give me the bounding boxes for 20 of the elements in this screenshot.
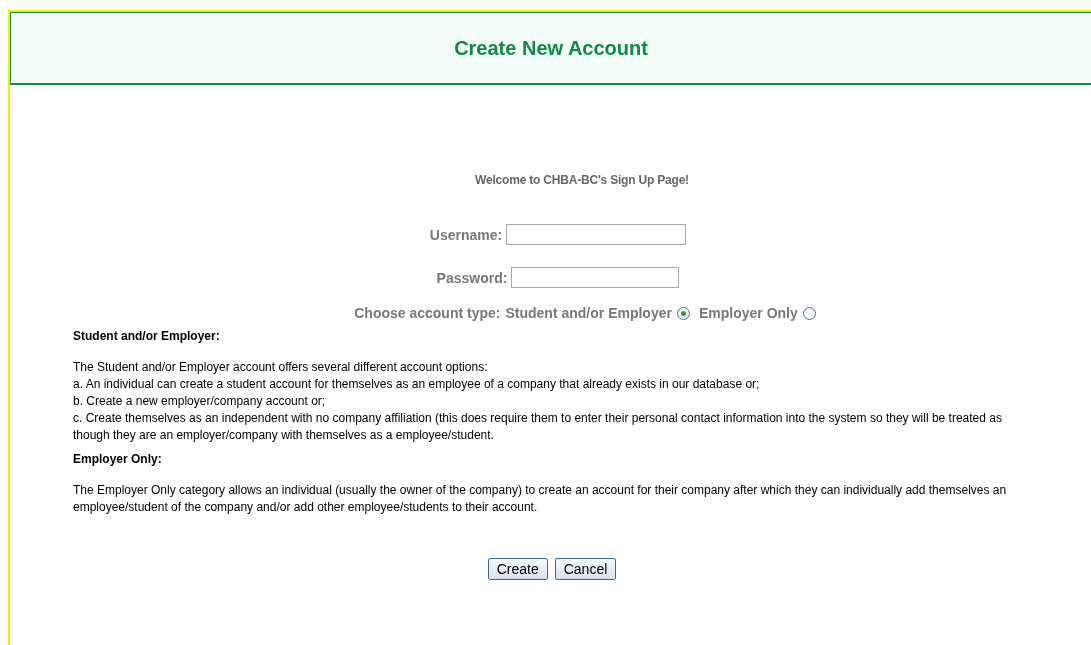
- description-text: c. Create themselves as an independent with no company affiliation (this does require them to enter their personal contact information into the system so they will be treated as though they are an employer/company with themselves as a employee/student.: [73, 410, 1003, 444]
- page-title: Create New Account: [454, 36, 648, 60]
- description-text: The Student and/or Employer account offers several different account options:: [73, 359, 489, 376]
- section-heading: Employer Only:: [73, 452, 163, 466]
- field-label: Password:: [436, 269, 508, 286]
- description-text: a. An individual can create a student account for themselves as an employee of a company that already exists in our database or;: [73, 376, 761, 393]
- field-label: Username:: [429, 226, 503, 243]
- create-button[interactable]: Create: [487, 558, 548, 580]
- description-text: b. Create a new employer/company account or;: [73, 393, 327, 410]
- radio-button[interactable]: [676, 306, 690, 320]
- cancel-button[interactable]: Cancel: [554, 558, 617, 580]
- radio-label: Employer Only: [698, 305, 798, 321]
- section-heading: Student and/or Employer:: [73, 329, 221, 343]
- radio-label: Student and/or Employer: [505, 305, 672, 321]
- password-field[interactable]: [511, 267, 680, 288]
- radio-button[interactable]: [802, 306, 816, 320]
- welcome-text: Welcome to CHBA-BC's Sign Up Page!: [474, 173, 690, 187]
- description-text: The Employer Only category allows an individual (usually the owner of the company) to create an account for their company after which they can individually add themselves an employee/student of the company and/or add other employee/students to their account.: [73, 482, 1008, 516]
- field-label: Choose account type:: [354, 305, 501, 321]
- username-field[interactable]: [506, 224, 687, 245]
